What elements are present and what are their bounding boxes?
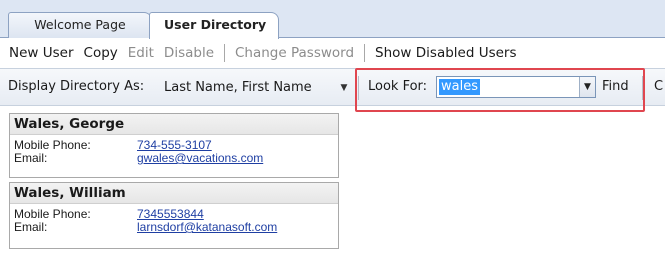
tab-user-directory[interactable]: User Directory bbox=[149, 12, 279, 39]
look-for-value: wales bbox=[439, 79, 480, 95]
menu-separator bbox=[224, 44, 225, 62]
email-label: Email: bbox=[14, 151, 48, 165]
contact-card[interactable]: Wales, William Mobile Phone: 7345553844 … bbox=[9, 182, 339, 249]
disable-button[interactable]: Disable bbox=[164, 45, 214, 61]
truncated-toolbar-button[interactable]: C bbox=[654, 79, 663, 94]
look-for-label: Look For: bbox=[368, 79, 428, 94]
display-directory-select[interactable]: Last Name, First Name ▼ bbox=[156, 76, 352, 100]
email-link[interactable]: larnsdorf@katanasoft.com bbox=[137, 221, 277, 234]
edit-button[interactable]: Edit bbox=[128, 45, 154, 61]
new-user-button[interactable]: New User bbox=[9, 45, 74, 61]
email-row: Email: larnsdorf@katanasoft.com bbox=[10, 221, 338, 234]
show-disabled-users-button[interactable]: Show Disabled Users bbox=[375, 45, 516, 61]
email-row: Email: gwales@vacations.com bbox=[10, 152, 338, 165]
change-password-button[interactable]: Change Password bbox=[235, 45, 354, 61]
display-directory-value: Last Name, First Name bbox=[164, 80, 312, 95]
chevron-down-icon[interactable]: ▼ bbox=[579, 77, 595, 97]
email-label: Email: bbox=[14, 220, 48, 234]
contact-name: Wales, George bbox=[10, 114, 338, 135]
chevron-down-icon[interactable]: ▼ bbox=[338, 76, 350, 100]
tab-welcome-page[interactable]: Welcome Page bbox=[8, 12, 152, 38]
look-for-input[interactable]: wales ▼ bbox=[436, 76, 596, 98]
toolbar-separator bbox=[642, 76, 643, 100]
email-link[interactable]: gwales@vacations.com bbox=[137, 152, 263, 165]
copy-button[interactable]: Copy bbox=[84, 45, 118, 61]
contact-name: Wales, William bbox=[10, 183, 338, 204]
search-toolbar: Display Directory As: Last Name, First N… bbox=[0, 68, 665, 106]
action-menu-bar: New User Copy Edit Disable Change Passwo… bbox=[0, 38, 665, 68]
menu-separator bbox=[364, 44, 366, 62]
contact-card[interactable]: Wales, George Mobile Phone: 734-555-3107… bbox=[9, 113, 339, 178]
tab-strip: Welcome Page User Directory bbox=[0, 0, 665, 39]
toolbar-separator bbox=[358, 76, 359, 100]
display-directory-label: Display Directory As: bbox=[8, 79, 145, 94]
find-button[interactable]: Find bbox=[602, 79, 629, 94]
